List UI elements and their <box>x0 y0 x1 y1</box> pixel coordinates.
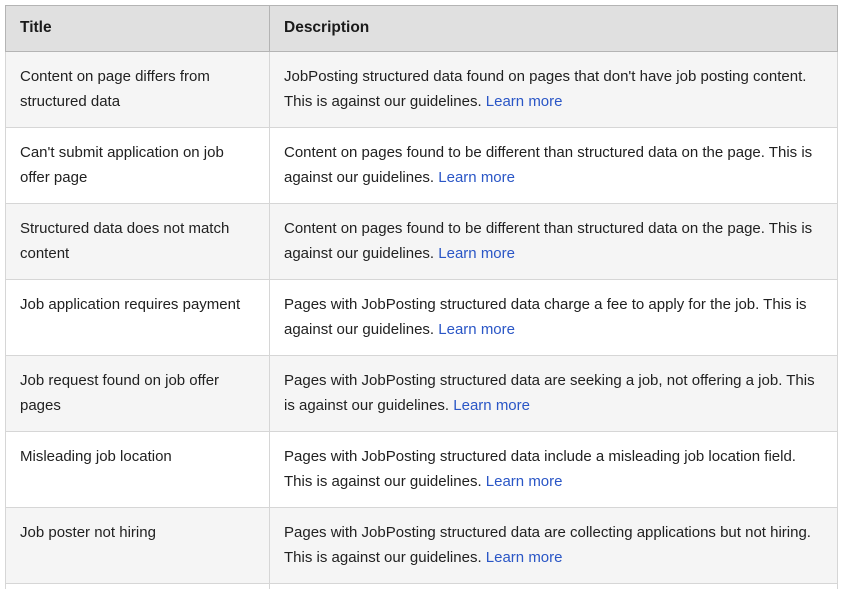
cell-title: Job request found on job offer pages <box>5 355 270 432</box>
cell-title: Misleading job location <box>5 431 270 508</box>
cell-description: Pages with JobPosting structured data in… <box>269 431 838 508</box>
table-row: Structured data does not match content Co… <box>5 203 838 280</box>
description-text: Pages with JobPosting structured data ar… <box>284 372 815 414</box>
table-row: Job application requires payment Pages wi… <box>5 279 838 356</box>
table-row: Job poster not hiring Pages with JobPosti… <box>5 507 838 584</box>
table-row: Structured data issues on list pagePages… <box>5 583 838 589</box>
table-header: Title Description <box>5 5 838 52</box>
cell-title: Job application requires payment <box>5 279 270 356</box>
structured-data-issues-table: Title Description Content on page differ… <box>5 5 838 589</box>
table-row: Can't submit application on job offer pa… <box>5 127 838 204</box>
cell-description: Pages with a list of items need to have … <box>269 583 838 589</box>
cell-title: Structured data issues on list page <box>5 583 270 589</box>
column-header-title: Title <box>5 5 270 52</box>
cell-title: Job poster not hiring <box>5 507 270 584</box>
cell-description: JobPosting structured data found on page… <box>269 51 838 128</box>
cell-description: Pages with JobPosting structured data ar… <box>269 355 838 432</box>
table-body: Content on page differs from structured … <box>5 51 838 589</box>
learn-more-link[interactable]: Learn more <box>486 549 563 566</box>
learn-more-link[interactable]: Learn more <box>438 321 515 338</box>
table-header-row: Title Description <box>5 5 838 52</box>
learn-more-link[interactable]: Learn more <box>438 245 515 262</box>
cell-description: Pages with JobPosting structured data ar… <box>269 507 838 584</box>
description-text: Content on pages found to be different t… <box>284 220 813 262</box>
column-header-description: Description <box>269 5 838 52</box>
page-root: Title Description Content on page differ… <box>0 0 848 589</box>
table-row: Misleading job location Pages with JobPos… <box>5 431 838 508</box>
learn-more-link[interactable]: Learn more <box>438 169 515 186</box>
description-text: Content on pages found to be different t… <box>284 144 813 186</box>
learn-more-link[interactable]: Learn more <box>453 397 530 414</box>
table-row: Job request found on job offer pages Page… <box>5 355 838 432</box>
cell-description: Content on pages found to be different t… <box>269 203 838 280</box>
description-text: Pages with JobPosting structured data ch… <box>284 296 807 338</box>
table-row: Content on page differs from structured … <box>5 51 838 128</box>
learn-more-link[interactable]: Learn more <box>486 93 563 110</box>
cell-title: Structured data does not match content <box>5 203 270 280</box>
cell-title: Can't submit application on job offer pa… <box>5 127 270 204</box>
learn-more-link[interactable]: Learn more <box>486 473 563 490</box>
cell-title: Content on page differs from structured … <box>5 51 270 128</box>
cell-description: Content on pages found to be different t… <box>269 127 838 204</box>
cell-description: Pages with JobPosting structured data ch… <box>269 279 838 356</box>
